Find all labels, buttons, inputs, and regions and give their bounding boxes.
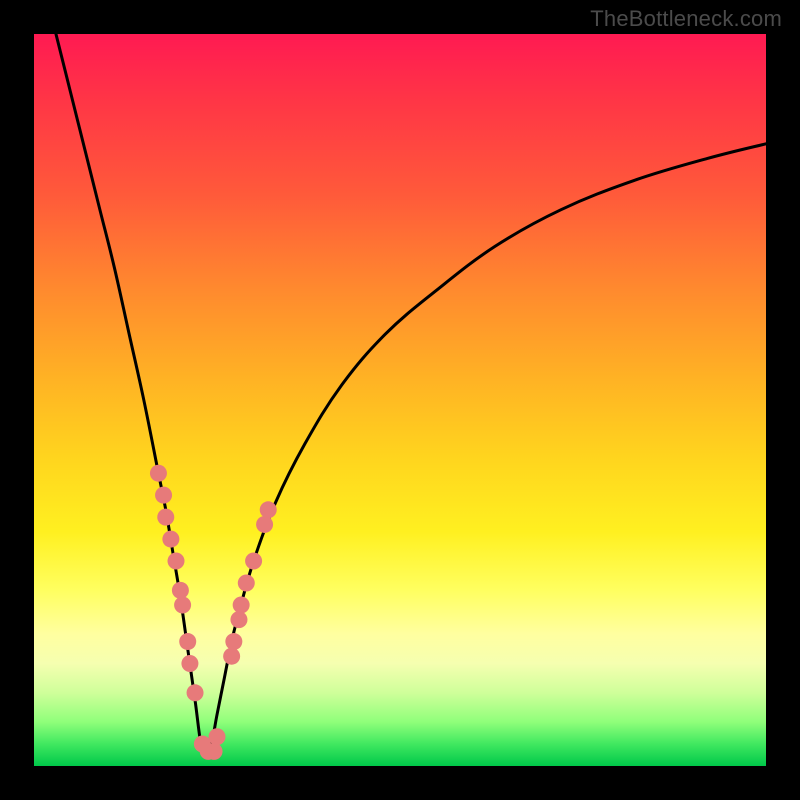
highlight-marker [179,633,196,650]
highlight-marker [225,633,242,650]
highlight-marker [260,501,277,518]
chart-root: TheBottleneck.com [0,0,800,800]
highlight-marker [168,553,185,570]
highlight-marker [174,596,191,613]
highlight-marker [150,465,167,482]
bottleneck-curve [56,34,766,757]
highlighted-points-group [150,465,277,760]
highlight-marker [206,743,223,760]
highlight-marker [181,655,198,672]
attribution-watermark: TheBottleneck.com [590,6,782,32]
curve-overlay [34,34,766,766]
highlight-marker [223,648,240,665]
highlight-marker [155,487,172,504]
highlight-marker [162,531,179,548]
highlight-marker [230,611,247,628]
highlight-marker [233,596,250,613]
highlight-marker [209,728,226,745]
highlight-marker [187,684,204,701]
highlight-marker [157,509,174,526]
plot-gradient-background [34,34,766,766]
highlight-marker [256,516,273,533]
highlight-marker [238,575,255,592]
highlight-marker [245,553,262,570]
highlight-marker [172,582,189,599]
